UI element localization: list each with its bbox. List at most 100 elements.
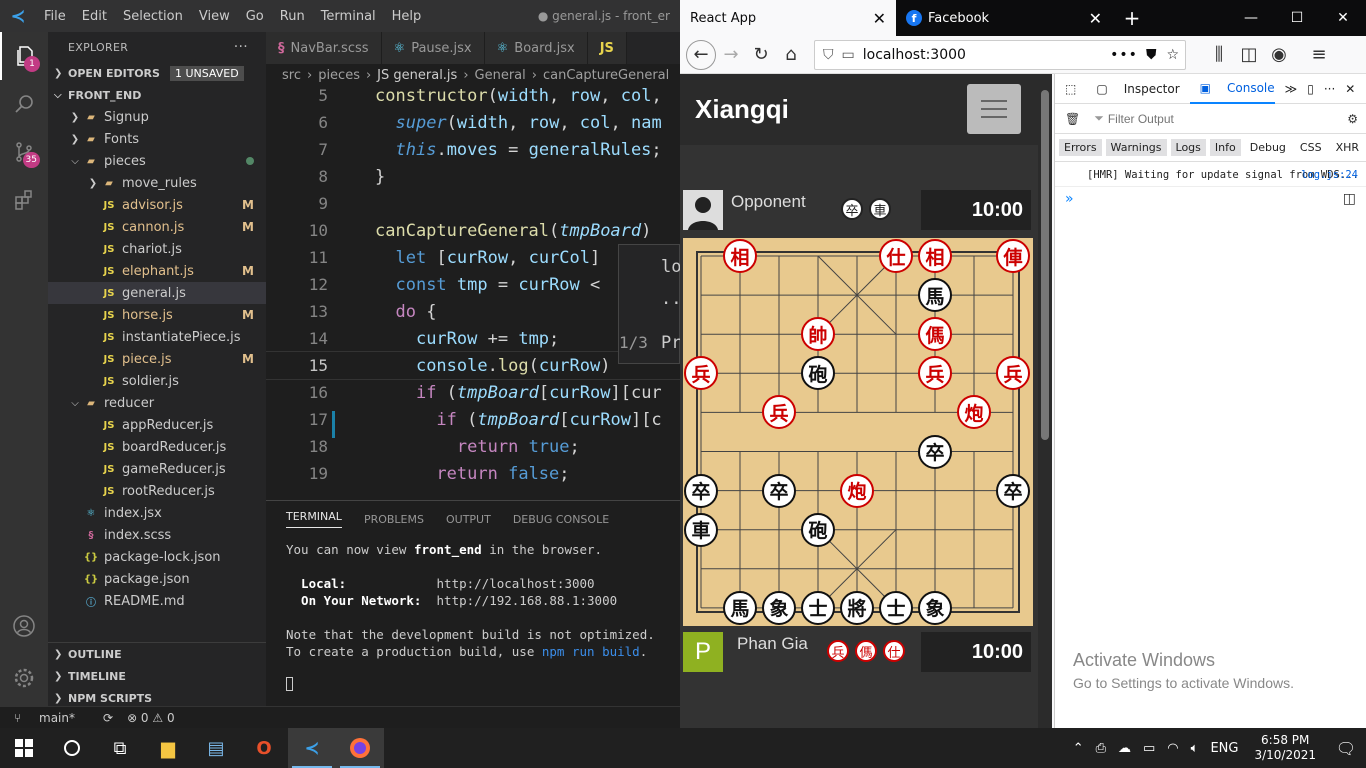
shield-icon[interactable]: ⛉ [823,47,834,63]
more-actions-icon[interactable]: ··· [234,39,248,55]
red-piece[interactable]: 傌 [918,317,952,352]
editor-tab-board-jsx[interactable]: ⚛ Board.jsx [484,32,588,64]
editor-tab-pause-jsx[interactable]: ⚛ Pause.jsx [381,32,485,64]
pocket-icon[interactable]: ⛊ [1146,47,1157,63]
tree-item-index-jsx[interactable]: ⚛ index.jsx [48,502,266,524]
tree-item-index-scss[interactable]: § index.scss [48,524,266,546]
tree-item-cannon-js[interactable]: JS cannon.js M [48,216,266,238]
root-folder-section[interactable]: ⌵ FRONT_END [48,84,266,106]
scrollbar-thumb[interactable] [1041,90,1049,440]
settings-gear-icon[interactable] [0,654,48,702]
notification-icon[interactable]: 🗨︎ [1326,739,1366,758]
black-piece[interactable]: 車 [684,512,718,547]
close-tab-icon[interactable]: ✕ [873,9,886,28]
start-windows-icon[interactable] [0,728,48,768]
cloud-icon[interactable]: ☁ [1118,741,1131,756]
meet-now-icon[interactable]: ⎙ [1096,741,1106,756]
menu-item-edit[interactable]: Edit [74,9,115,24]
extensions-icon[interactable] [0,176,48,224]
level-filter-debug[interactable]: Debug [1245,139,1291,156]
black-piece[interactable]: 士 [801,590,835,625]
tree-item-fonts[interactable]: ❯ ▰ Fonts [48,128,266,150]
search-circle-icon[interactable] [48,728,96,768]
tree-item-boardreducer-js[interactable]: JS boardReducer.js [48,436,266,458]
tree-item-rootreducer-js[interactable]: JS rootReducer.js [48,480,266,502]
tree-item-gamereducer-js[interactable]: JS gameReducer.js [48,458,266,480]
search-icon[interactable] [0,80,48,128]
problems-indicator[interactable]: ⊗ 0 ⚠ 0 [127,711,175,725]
element-picker-icon[interactable]: ⬚ [1065,82,1076,96]
breadcrumb-item[interactable]: src [282,68,301,83]
tree-item-elephant-js[interactable]: JS elephant.js M [48,260,266,282]
back-arrow-icon[interactable]: ← [686,39,716,70]
remote-desktop-icon[interactable]: ▤ [192,728,240,768]
tab-console[interactable]: ▣ Console [1189,74,1275,104]
chevron-up-icon[interactable]: ⌃ [1073,741,1084,756]
tab-react-app[interactable]: React App ✕ [680,0,896,36]
page-scrollbar[interactable] [1038,74,1052,728]
tab-facebook[interactable]: f Facebook ✕ [896,0,1112,36]
tree-item-piece-js[interactable]: JS piece.js M [48,348,266,370]
menu-item-help[interactable]: Help [384,9,430,24]
red-piece[interactable]: 帥 [801,317,835,352]
tab-inspector[interactable]: ▢ Inspector [1086,82,1179,96]
tree-item-general-js[interactable]: JS general.js [48,282,266,304]
menu-item-run[interactable]: Run [272,9,313,24]
open-editors-section[interactable]: ❯ OPEN EDITORS 1 UNSAVED [48,62,266,84]
black-piece[interactable]: 卒 [762,473,796,508]
console-input-row[interactable]: » ◫ [1055,187,1366,211]
maximize-icon[interactable]: ☐ [1274,0,1320,36]
branch-indicator[interactable]: ⑂ main* [14,711,89,725]
black-piece[interactable]: 馬 [918,278,952,313]
source-control-icon[interactable]: 35 [0,128,48,176]
level-filter-warnings[interactable]: Warnings [1105,139,1167,156]
red-piece[interactable]: 相 [918,239,952,273]
account-icon[interactable] [0,602,48,650]
office-icon[interactable]: O [240,728,288,768]
red-piece[interactable]: 炮 [840,473,874,508]
menu-item-file[interactable]: File [36,9,74,24]
outline-section[interactable]: ❯ OUTLINE [48,643,266,665]
page-actions-icon[interactable]: ••• [1110,47,1138,63]
library-icon[interactable]: ⫼ [1204,40,1234,70]
hamburger-menu-icon[interactable]: ≡ [1304,40,1334,70]
red-piece[interactable]: 仕 [879,239,913,273]
terminal-output[interactable]: You can now view front_end in the browse… [266,537,680,699]
tree-item-readme-md[interactable]: ⓘ README.md [48,590,266,612]
tree-item-soldier-js[interactable]: JS soldier.js [48,370,266,392]
trash-icon[interactable]: 🗑 [1065,112,1080,126]
level-filter-logs[interactable]: Logs [1170,139,1206,156]
tree-item-appreducer-js[interactable]: JS appReducer.js [48,414,266,436]
editor-mode-icon[interactable]: ◫ [1343,191,1356,207]
level-filter-xhr[interactable]: XHR [1331,139,1364,156]
timeline-section[interactable]: ❯ TIMELINE [48,665,266,687]
black-piece[interactable]: 象 [918,590,952,625]
console-settings-icon[interactable]: ⚙ [1347,112,1358,126]
tree-item-reducer[interactable]: ⌵ ▰ reducer [48,392,266,414]
minimize-icon[interactable]: — [1228,0,1274,36]
battery-icon[interactable]: ▭ [1143,741,1155,756]
red-piece[interactable]: 相 [723,239,757,273]
url-bar[interactable]: ⛉ ▭ localhost:3000 ••• ⛊ ☆ [814,39,1186,70]
breadcrumb-item[interactable]: canCaptureGeneral [543,68,669,83]
firefox-taskbar-icon[interactable] [336,728,384,768]
black-piece[interactable]: 砲 [801,512,835,547]
wifi-icon[interactable]: ◠ [1167,741,1178,756]
menu-item-terminal[interactable]: Terminal [313,9,384,24]
home-icon[interactable]: ⌂ [776,40,806,70]
menu-item-go[interactable]: Go [238,9,272,24]
red-piece[interactable]: 俥 [996,239,1030,273]
nav-menu-button[interactable] [967,84,1021,134]
editor-tab-navbar-scss[interactable]: § NavBar.scss [266,32,382,64]
console-message-source[interactable]: log.js:24 [1301,168,1358,182]
task-view-icon[interactable]: ⧉ [96,728,144,768]
explorer-icon[interactable]: 1 [0,32,48,80]
tab-problems[interactable]: PROBLEMS [364,513,424,526]
menu-item-view[interactable]: View [191,9,238,24]
black-piece[interactable]: 卒 [684,473,718,508]
new-tab-icon[interactable]: + [1112,0,1152,36]
sync-icon[interactable]: ⟳ [103,711,113,725]
tree-item-advisor-js[interactable]: JS advisor.js M [48,194,266,216]
tree-item-package-json[interactable]: {} package.json [48,568,266,590]
tab-debug-console[interactable]: DEBUG CONSOLE [513,513,609,526]
